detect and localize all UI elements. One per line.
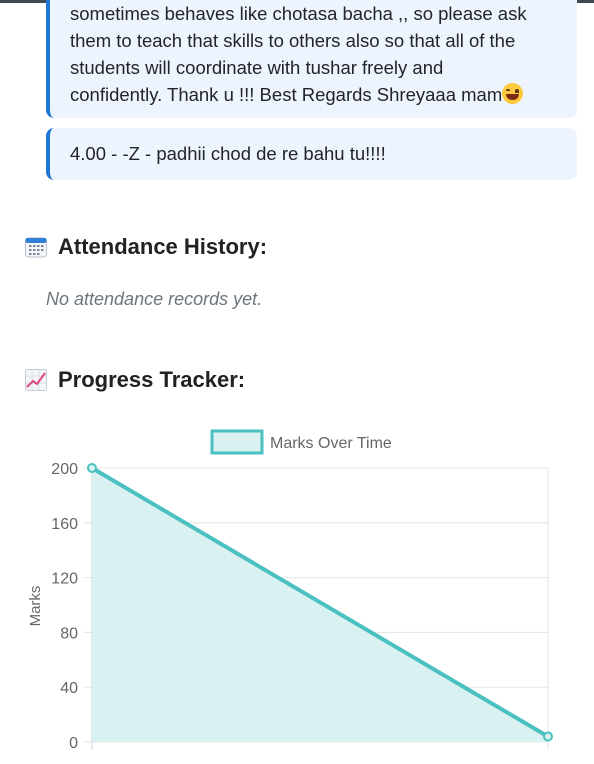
- feedback-text: 4.00 - -Z - padhii chod de re bahu tu!!!…: [70, 143, 386, 164]
- y-tick-label: 40: [60, 680, 78, 697]
- y-tick-label: 160: [51, 516, 78, 533]
- chart-increasing-icon: [25, 369, 47, 391]
- y-tick-label: 120: [51, 571, 78, 588]
- attendance-title: Attendance History:: [58, 234, 268, 259]
- legend-label: Marks Over Time: [270, 435, 392, 452]
- y-tick-label: 0: [69, 735, 78, 752]
- data-point: [87, 463, 97, 473]
- data-point: [543, 731, 553, 742]
- attendance-heading: Attendance History:: [24, 234, 267, 260]
- y-axis-label: Marks: [27, 586, 44, 627]
- calendar-icon: [25, 237, 47, 258]
- progress-line-chart: Marks Over Time Marks 200 160 120 80 40 0: [27, 429, 553, 752]
- feedback-line: them to teach that skills to others also…: [70, 30, 516, 51]
- legend-swatch: [210, 429, 264, 455]
- feedback-note: 4.00 - -Z - padhii chod de re bahu tu!!!…: [46, 128, 577, 180]
- feedback-note: sometimes behaves like chotasa bacha ,, …: [46, 0, 577, 118]
- feedback-line: sometimes behaves like chotasa bacha ,, …: [70, 3, 527, 24]
- attendance-empty-message: No attendance records yet.: [46, 289, 263, 309]
- feedback-line: students will coordinate with tushar fre…: [70, 57, 444, 78]
- feedback-line: confidently. Thank u !!! Best Regards Sh…: [70, 84, 503, 105]
- progress-title: Progress Tracker:: [58, 367, 246, 392]
- y-tick-label: 80: [60, 625, 78, 642]
- y-tick-label: 200: [51, 461, 78, 478]
- laughing-tears-emoji-icon: [502, 83, 524, 104]
- progress-heading: Progress Tracker:: [24, 367, 245, 393]
